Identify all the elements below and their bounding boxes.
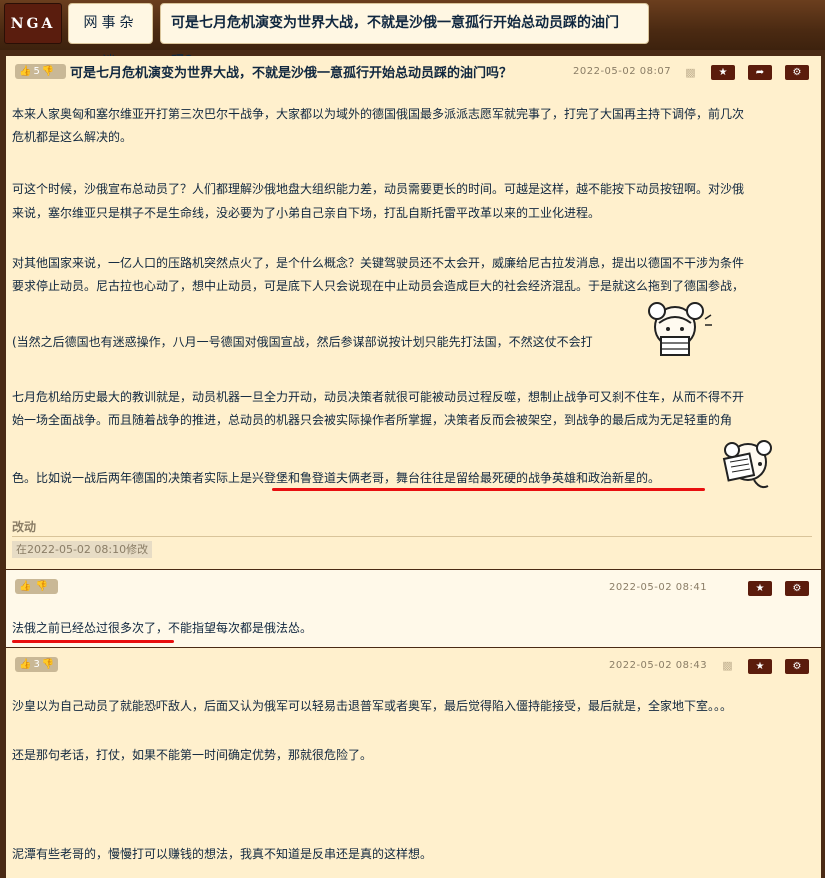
- post-date: 2022-05-02 08:07: [573, 66, 672, 77]
- settings-button[interactable]: ⚙: [785, 65, 809, 80]
- red-underline-annotation: [272, 488, 705, 491]
- post-title: 可是七月危机演变为世界大战，不就是沙俄一意孤行开始总动员踩的油门吗？: [70, 66, 513, 81]
- thumbs-up-icon[interactable]: 👍: [19, 66, 31, 77]
- paragraph: 要求停止动员。尼古拉也心动了，想中止动员，可是底下人只会说现在中止动员会造成巨大…: [12, 279, 745, 293]
- android-icon: ▩: [722, 659, 733, 672]
- breadcrumb-board[interactable]: 网事杂谈: [68, 3, 153, 70]
- breadcrumb-thread-title[interactable]: 可是七月危机演变为世界大战，不就是沙俄一意孤行开始总动员踩的油门吗？: [160, 3, 649, 70]
- highlighted-text: 法俄之前已经怂过很多次了: [12, 621, 157, 635]
- divider: [12, 536, 812, 537]
- paragraph: 本来人家奥匈和塞尔维亚开打第三次巴尔干战争，大家都以为域外的德国俄国最多派派志愿…: [12, 107, 745, 121]
- favorite-button[interactable]: ★: [711, 65, 735, 80]
- gear-icon: ⚙: [792, 67, 802, 78]
- post-main: 👍 5 👎 可是七月危机演变为世界大战，不就是沙俄一意孤行开始总动员踩的油门吗？ 2…: [6, 56, 821, 569]
- star-icon: ★: [755, 661, 765, 672]
- anime-sticker-icon: [648, 302, 712, 356]
- highlighted-text: 兴登堡和鲁登道夫俩老哥，舞台往往是留给最死硬的战争英雄和政治新星的: [252, 471, 649, 485]
- thumbs-up-icon[interactable]: 👍: [19, 659, 31, 670]
- like-widget[interactable]: 👍 3 👎: [15, 657, 58, 672]
- settings-button[interactable]: ⚙: [785, 581, 809, 596]
- favorite-button[interactable]: ★: [748, 659, 772, 674]
- settings-button[interactable]: ⚙: [785, 659, 809, 674]
- thumbs-down-icon[interactable]: 👎: [42, 66, 54, 77]
- reply-post: 👍 👎 2022-05-02 08:41 ★ ⚙ 法俄之前已经怂过很多次了，不能指…: [6, 570, 821, 647]
- red-underline-annotation: [12, 640, 174, 643]
- share-button[interactable]: ➦: [748, 65, 772, 80]
- like-count: 5: [33, 66, 40, 77]
- post-date: 2022-05-02 08:41: [609, 582, 708, 593]
- star-icon: ★: [718, 67, 728, 78]
- edit-label: 改动: [12, 520, 37, 534]
- share-icon: ➦: [755, 67, 765, 78]
- gear-icon: ⚙: [792, 661, 802, 672]
- paragraph-highlight: 色。比如说一战后两年德国的决策者实际上是兴登堡和鲁登道夫俩老哥，舞台往往是留给最…: [12, 471, 661, 485]
- gear-icon: ⚙: [792, 583, 802, 594]
- favorite-button[interactable]: ★: [748, 581, 772, 596]
- thumbs-down-icon[interactable]: 👎: [42, 659, 54, 670]
- paragraph: 可这个时候，沙俄宣布总动员了？人们都理解沙俄地盘大组织能力差，动员需要更长的时间…: [12, 182, 745, 196]
- post-header: 👍 5 👎 可是七月危机演变为世界大战，不就是沙俄一意孤行开始总动员踩的油门吗？ 2…: [6, 56, 821, 86]
- paragraph: 七月危机给历史最大的教训就是，动员机器一旦全力开动，动员决策者就很可能被动员过程…: [12, 390, 745, 404]
- paragraph: 泥潭有些老哥的，慢慢打可以赚钱的想法，我真不知道是反串还是真的这样想。: [12, 847, 433, 861]
- top-bar: NGA 网事杂谈 可是七月危机演变为世界大战，不就是沙俄一意孤行开始总动员踩的油…: [0, 0, 825, 70]
- nga-logo[interactable]: NGA: [4, 3, 62, 44]
- like-count: 3: [33, 659, 40, 670]
- paragraph: 对其他国家来说，一亿人口的压路机突然点火了，是个什么概念？关键驾驶员还不太会开，…: [12, 256, 745, 270]
- like-widget[interactable]: 👍 👎: [15, 579, 58, 594]
- paragraph: 危机都是这么解决的。: [12, 130, 133, 144]
- like-widget[interactable]: 👍 5 👎: [15, 64, 66, 79]
- thumbs-down-icon[interactable]: 👎: [35, 581, 47, 592]
- reply-post: 👍 3 👎 2022-05-02 08:43 ▩ ★ ⚙ 沙皇以为自己动员了就能恐吓…: [6, 648, 821, 878]
- android-icon: ▩: [685, 66, 696, 79]
- star-icon: ★: [755, 583, 765, 594]
- anime-sticker-icon: [722, 440, 772, 489]
- paragraph: 还是那句老话，打仗，如果不能第一时间确定优势，那就很危险了。: [12, 748, 373, 762]
- post-date: 2022-05-02 08:43: [609, 660, 708, 671]
- paragraph: 来说，塞尔维亚只是棋子不是生命线，没必要为了小弟自己亲自下场，打乱自斯托雷平改革…: [12, 206, 601, 220]
- paragraph: 始一场全面战争。而且随着战争的推进，总动员的机器只会被实际操作者所掌握，决策者反…: [12, 413, 733, 427]
- paragraph: 沙皇以为自己动员了就能恐吓敌人，后面又认为俄军可以轻易击退普军或者奥军，最后觉得…: [12, 699, 733, 713]
- post-body: 法俄之前已经怂过很多次了，不能指望每次都是俄法怂。: [12, 621, 313, 635]
- edit-timestamp-badge: 在2022-05-02 08:10修改: [12, 541, 153, 558]
- thumbs-up-icon[interactable]: 👍: [19, 581, 31, 592]
